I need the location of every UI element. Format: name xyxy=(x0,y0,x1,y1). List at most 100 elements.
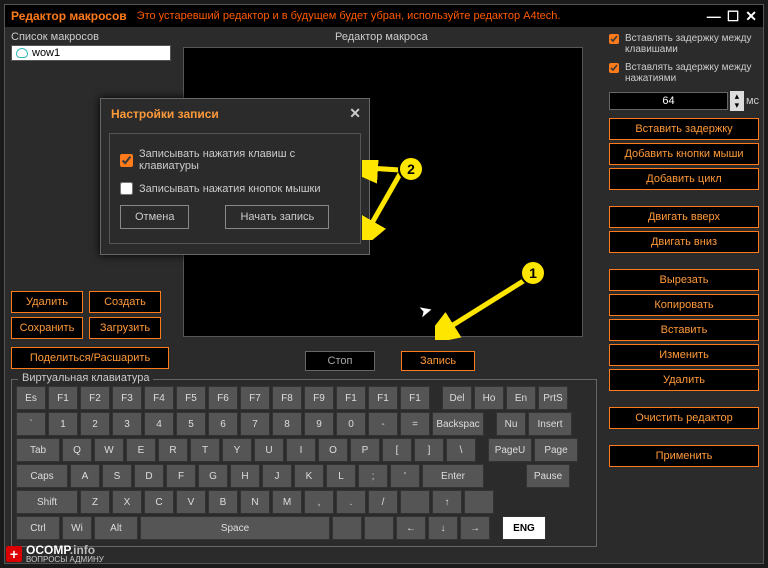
key-Es[interactable]: Es xyxy=(16,386,46,410)
key-4[interactable]: 4 xyxy=(144,412,174,436)
dialog-close-icon[interactable]: ✕ xyxy=(349,105,361,122)
macro-list-item[interactable]: wow1 xyxy=(12,46,170,60)
key-8[interactable]: 8 xyxy=(272,412,302,436)
key-2[interactable]: 2 xyxy=(80,412,110,436)
stop-button[interactable]: Стоп xyxy=(305,351,375,371)
close-icon[interactable]: ✕ xyxy=(745,8,757,25)
key-↓[interactable]: ↓ xyxy=(428,516,458,540)
key-F2[interactable]: F2 xyxy=(80,386,110,410)
edit-button[interactable]: Изменить xyxy=(609,344,759,366)
key-R[interactable]: R xyxy=(158,438,188,462)
key-↑[interactable]: ↑ xyxy=(432,490,462,514)
checkbox-icon[interactable] xyxy=(609,34,619,44)
add-mouse-button[interactable]: Добавить кнопки мыши xyxy=(609,143,759,165)
share-button[interactable]: Поделиться/Расшарить xyxy=(11,347,169,369)
key-W[interactable]: W xyxy=(94,438,124,462)
key-Backspac[interactable]: Backspac xyxy=(432,412,484,436)
key-PrtS[interactable]: PrtS xyxy=(538,386,568,410)
key-F5[interactable]: F5 xyxy=(176,386,206,410)
key-Nu[interactable]: Nu xyxy=(496,412,526,436)
key-P[interactable]: P xyxy=(350,438,380,462)
key-En[interactable]: En xyxy=(506,386,536,410)
key-F7[interactable]: F7 xyxy=(240,386,270,410)
key-S[interactable]: S xyxy=(102,464,132,488)
key-5[interactable]: 5 xyxy=(176,412,206,436)
key-D[interactable]: D xyxy=(134,464,164,488)
key-E[interactable]: E xyxy=(126,438,156,462)
key-A[interactable]: A xyxy=(70,464,100,488)
maximize-icon[interactable]: ☐ xyxy=(727,8,740,25)
delay-value-input[interactable]: 64 xyxy=(609,92,728,110)
key-L[interactable]: L xyxy=(326,464,356,488)
key--[interactable]: - xyxy=(368,412,398,436)
key-=[interactable]: = xyxy=(400,412,430,436)
key-blank[interactable] xyxy=(464,490,494,514)
key-[[interactable]: [ xyxy=(382,438,412,462)
key-6[interactable]: 6 xyxy=(208,412,238,436)
key-J[interactable]: J xyxy=(262,464,292,488)
key-Q[interactable]: Q xyxy=(62,438,92,462)
insert-delay-button[interactable]: Вставить задержку xyxy=(609,118,759,140)
record-mouse-checkbox[interactable]: Записывать нажатия кнопок мышки xyxy=(120,182,350,195)
key-M[interactable]: M xyxy=(272,490,302,514)
key-9[interactable]: 9 xyxy=(304,412,334,436)
key-`[interactable]: ` xyxy=(16,412,46,436)
checkbox-icon[interactable] xyxy=(120,154,133,167)
key-F9[interactable]: F9 xyxy=(304,386,334,410)
key-Wi[interactable]: Wi xyxy=(62,516,92,540)
checkbox-icon[interactable] xyxy=(609,63,619,73)
key-→[interactable]: → xyxy=(460,516,490,540)
key-Caps[interactable]: Caps xyxy=(16,464,68,488)
macros-list[interactable]: wow1 xyxy=(11,45,171,61)
insert-delay-keys-checkbox[interactable]: Вставлять задержку между клавишами xyxy=(609,33,759,55)
key-Tab[interactable]: Tab xyxy=(16,438,60,462)
add-loop-button[interactable]: Добавить цикл xyxy=(609,168,759,190)
key-F[interactable]: F xyxy=(166,464,196,488)
key-ENG[interactable]: ENG xyxy=(502,516,546,540)
delete-button[interactable]: Удалить xyxy=(11,291,83,313)
key-T[interactable]: T xyxy=(190,438,220,462)
key-][interactable]: ] xyxy=(414,438,444,462)
key-Y[interactable]: Y xyxy=(222,438,252,462)
key-/[interactable]: / xyxy=(368,490,398,514)
key-Page[interactable]: Page xyxy=(534,438,578,462)
key-X[interactable]: X xyxy=(112,490,142,514)
key-,[interactable]: , xyxy=(304,490,334,514)
key-Del[interactable]: Del xyxy=(442,386,472,410)
right-delete-button[interactable]: Удалить xyxy=(609,369,759,391)
key-F1[interactable]: F1 xyxy=(48,386,78,410)
key-U[interactable]: U xyxy=(254,438,284,462)
key-F1[interactable]: F1 xyxy=(368,386,398,410)
apply-button[interactable]: Применить xyxy=(609,445,759,467)
paste-button[interactable]: Вставить xyxy=(609,319,759,341)
key-blank[interactable] xyxy=(332,516,362,540)
key-;[interactable]: ; xyxy=(358,464,388,488)
clear-editor-button[interactable]: Очистить редактор xyxy=(609,407,759,429)
key-K[interactable]: K xyxy=(294,464,324,488)
key-Z[interactable]: Z xyxy=(80,490,110,514)
key-Ctrl[interactable]: Ctrl xyxy=(16,516,60,540)
key-O[interactable]: O xyxy=(318,438,348,462)
key-F1[interactable]: F1 xyxy=(400,386,430,410)
key-F3[interactable]: F3 xyxy=(112,386,142,410)
key-F8[interactable]: F8 xyxy=(272,386,302,410)
key-.[interactable]: . xyxy=(336,490,366,514)
key-F4[interactable]: F4 xyxy=(144,386,174,410)
save-button[interactable]: Сохранить xyxy=(11,317,83,339)
key-\[interactable]: \ xyxy=(446,438,476,462)
key-Ho[interactable]: Ho xyxy=(474,386,504,410)
key-Insert[interactable]: Insert xyxy=(528,412,572,436)
key-3[interactable]: 3 xyxy=(112,412,142,436)
key-Alt[interactable]: Alt xyxy=(94,516,138,540)
key-C[interactable]: C xyxy=(144,490,174,514)
copy-button[interactable]: Копировать xyxy=(609,294,759,316)
start-record-button[interactable]: Начать запись xyxy=(225,205,329,229)
move-up-button[interactable]: Двигать вверх xyxy=(609,206,759,228)
key-G[interactable]: G xyxy=(198,464,228,488)
key-Space[interactable]: Space xyxy=(140,516,330,540)
key-1[interactable]: 1 xyxy=(48,412,78,436)
key-blank[interactable] xyxy=(400,490,430,514)
record-button[interactable]: Запись xyxy=(401,351,475,371)
key-Pause[interactable]: Pause xyxy=(526,464,570,488)
load-button[interactable]: Загрузить xyxy=(89,317,161,339)
